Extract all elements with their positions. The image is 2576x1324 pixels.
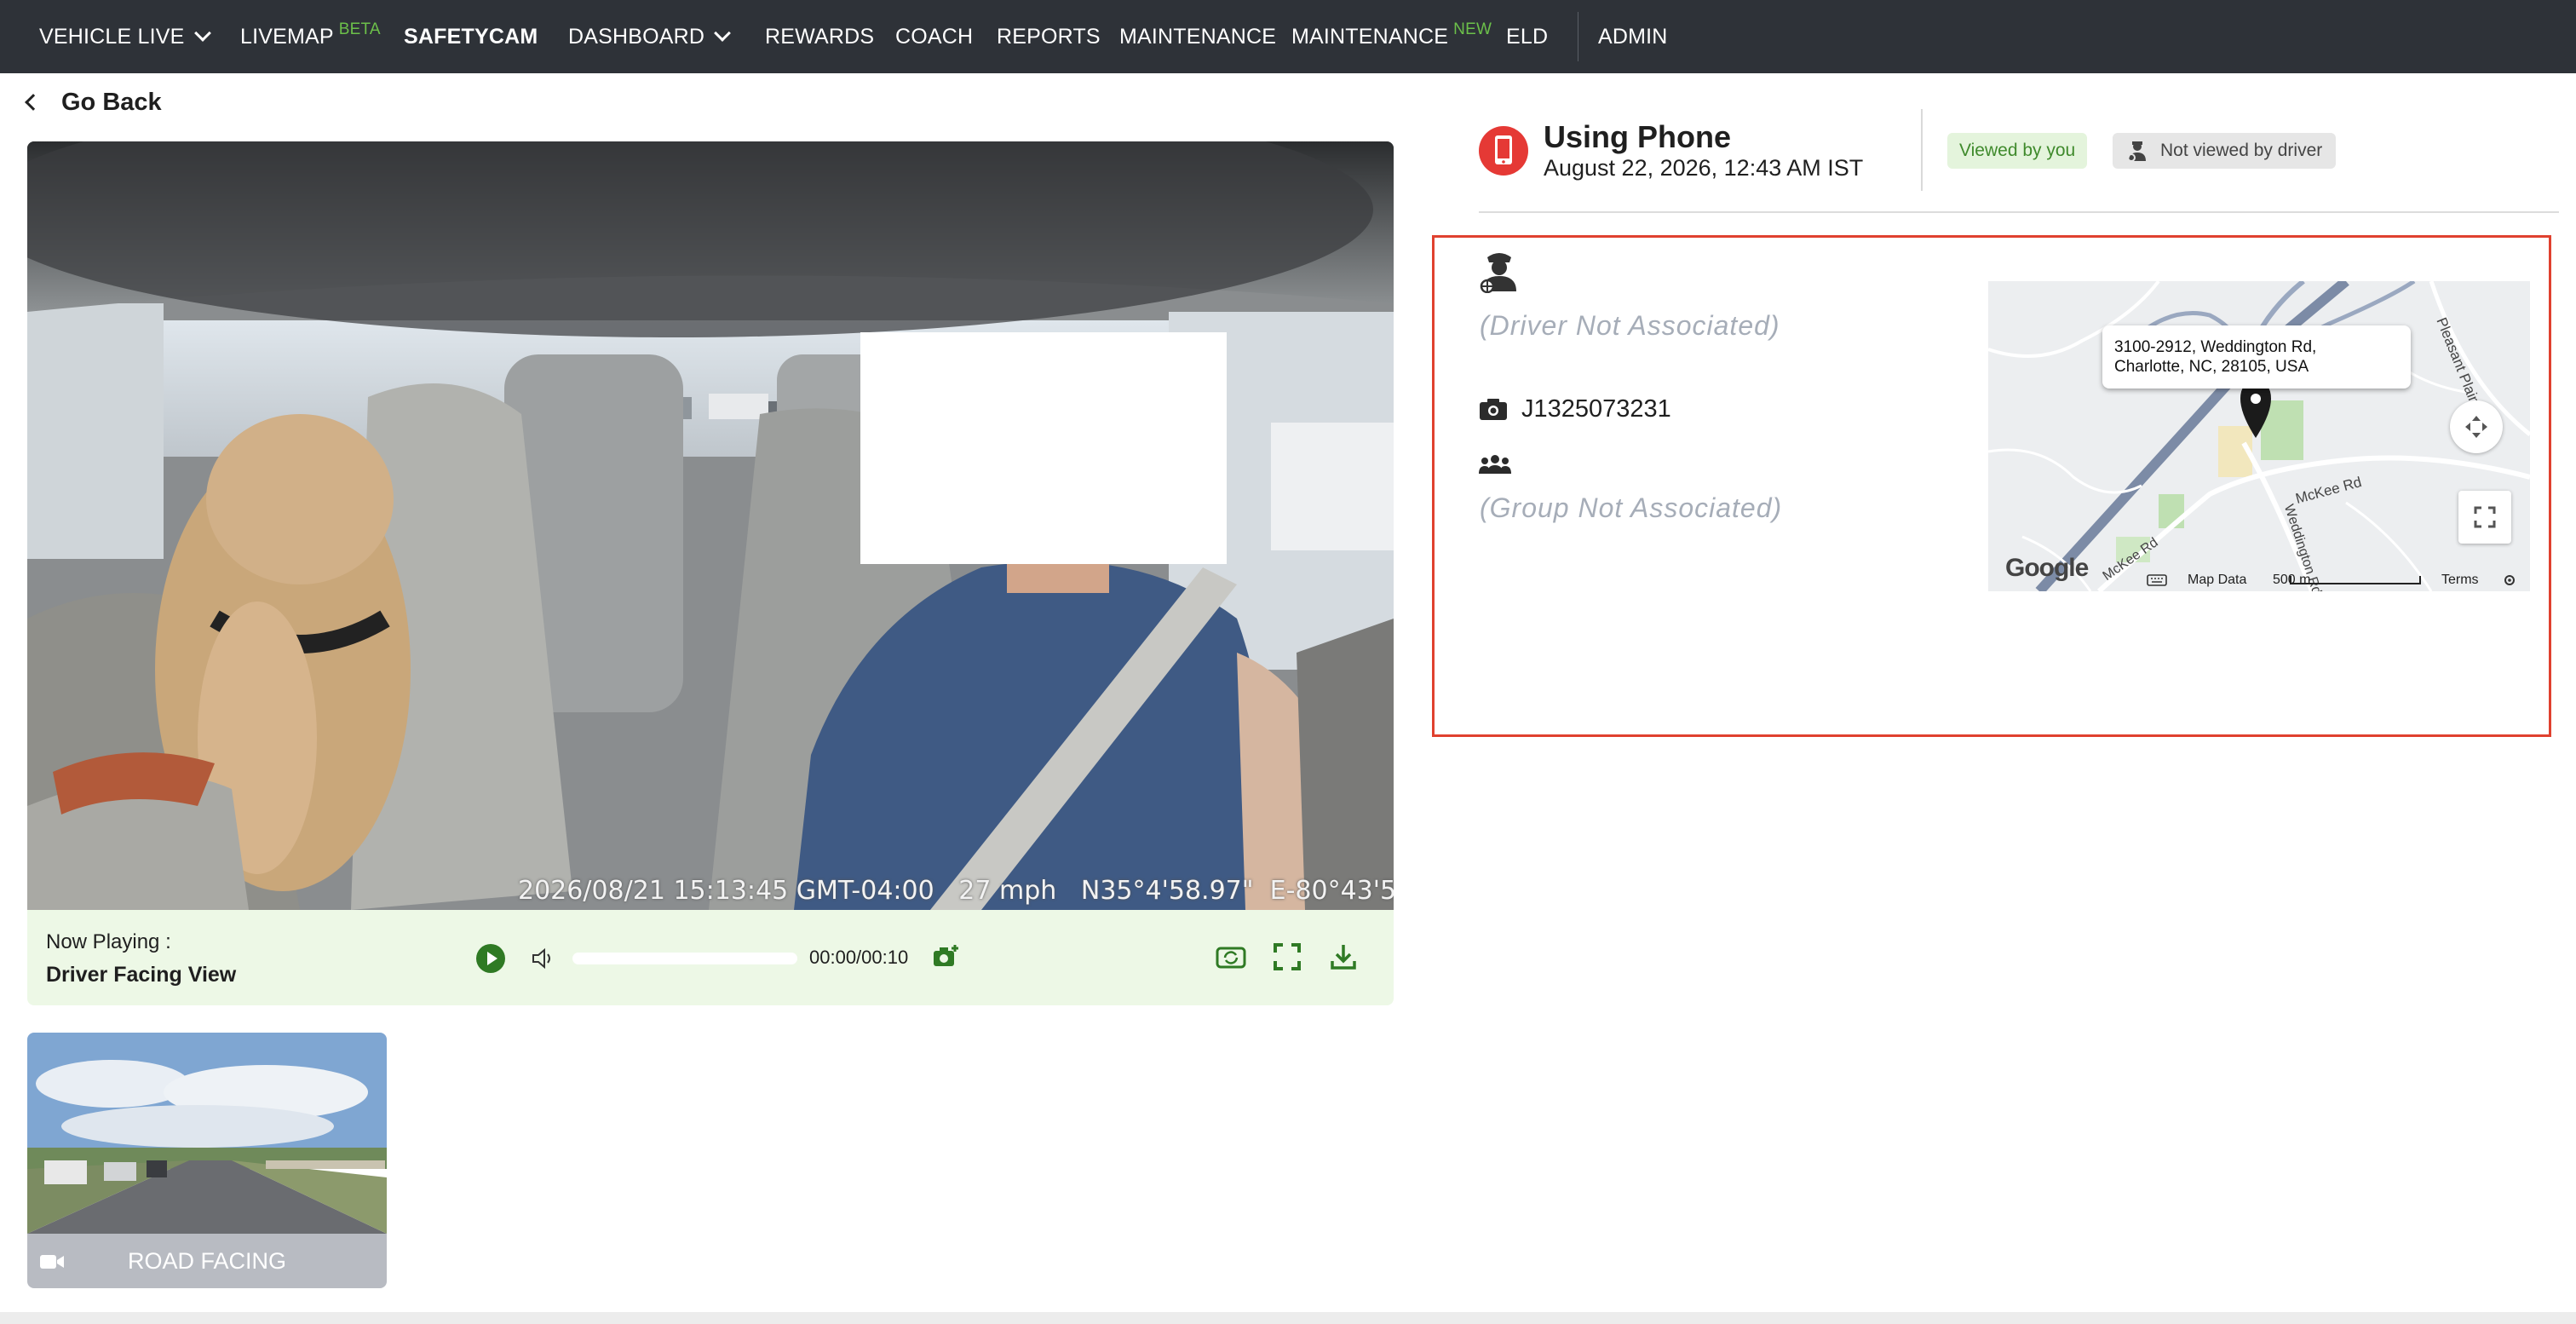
- switch-camera-icon[interactable]: [1215, 942, 1247, 971]
- video-timestamp-overlay: 2026/08/21 15:13:45 GMT-04:00 27 mph N35…: [518, 876, 1394, 906]
- map-scale-bar: [2290, 576, 2421, 584]
- camera-icon: [1480, 399, 1507, 420]
- nav-admin-label: ADMIN: [1598, 24, 1668, 49]
- map-terms-link[interactable]: Terms: [2441, 573, 2479, 588]
- road-facing-label-bar: ROAD FACING: [27, 1234, 387, 1288]
- seek-bar[interactable]: [572, 953, 797, 964]
- nav-coach[interactable]: COACH: [895, 0, 973, 73]
- go-back-label: Go Back: [61, 88, 162, 116]
- driver-icon: [2127, 141, 2146, 162]
- phone-event-icon: [1479, 126, 1528, 176]
- camera-serial: J1325073231: [1521, 395, 1671, 423]
- nav-rewards[interactable]: REWARDS: [765, 0, 874, 73]
- fullscreen-icon[interactable]: [1273, 942, 1302, 971]
- nav-livemap-label: LIVEMAP: [240, 24, 334, 49]
- driver-name: (Driver Not Associated): [1480, 310, 1780, 341]
- nav-vehicle-live-label: VEHICLE LIVE: [39, 24, 185, 49]
- go-back-button[interactable]: Go Back: [20, 85, 162, 119]
- chevron-down-icon: [193, 25, 211, 42]
- map-settings-icon[interactable]: [2503, 573, 2516, 587]
- nav-livemap[interactable]: LIVEMAP BETA: [240, 0, 381, 73]
- nav-safetycam[interactable]: SAFETYCAM: [404, 0, 538, 73]
- nav-maintenance-new-label: MAINTENANCE: [1291, 24, 1449, 49]
- not-viewed-by-driver-label: Not viewed by driver: [2160, 141, 2323, 160]
- viewed-by-you-badge: Viewed by you: [1947, 133, 2088, 169]
- keyboard-icon[interactable]: [2147, 574, 2167, 586]
- chevron-down-icon: [714, 25, 732, 42]
- now-playing-label: Now Playing :: [46, 930, 171, 953]
- location-map[interactable]: Pleasant Plains Rd McKee Rd McKee Rd Wed…: [1988, 281, 2530, 591]
- not-viewed-by-driver-badge: Not viewed by driver: [2113, 133, 2337, 169]
- nav-maintenance[interactable]: MAINTENANCE: [1119, 0, 1276, 73]
- nav-maintenance-label: MAINTENANCE: [1119, 24, 1277, 49]
- header-rule: [1479, 211, 2559, 213]
- top-navigation-bar: VEHICLE LIVE LIVEMAP BETA SAFETYCAM DASH…: [0, 0, 2576, 73]
- face-redaction-box: [860, 332, 1227, 564]
- play-icon[interactable]: [476, 944, 505, 973]
- now-playing-value: Driver Facing View: [46, 963, 237, 987]
- page-bottom-strip: [0, 1312, 2576, 1324]
- nav-safetycam-label: SAFETYCAM: [404, 24, 538, 49]
- group-name: (Group Not Associated): [1480, 492, 1783, 523]
- phone-icon: [1495, 135, 1512, 164]
- header-divider: [1921, 109, 1923, 191]
- nav-maintenance-new[interactable]: MAINTENANCE NEW: [1291, 0, 1492, 73]
- nav-eld[interactable]: ELD: [1506, 0, 1548, 73]
- nav-dashboard[interactable]: DASHBOARD: [568, 0, 732, 73]
- road-facing-label: ROAD FACING: [127, 1248, 287, 1274]
- road-facing-preview-image: [27, 1033, 387, 1234]
- beta-badge: BETA: [338, 20, 381, 38]
- map-fullscreen-icon: [2474, 506, 2496, 528]
- map-pan-control[interactable]: [2450, 400, 2503, 453]
- nav-reports-label: REPORTS: [997, 24, 1101, 49]
- nav-dashboard-label: DASHBOARD: [568, 24, 705, 49]
- nav-eld-label: ELD: [1506, 24, 1549, 49]
- nav-vehicle-live[interactable]: VEHICLE LIVE: [39, 0, 211, 73]
- new-badge: NEW: [1453, 20, 1492, 38]
- google-logo: Google: [2005, 554, 2089, 582]
- nav-rewards-label: REWARDS: [765, 24, 875, 49]
- map-fullscreen-button[interactable]: [2458, 491, 2511, 544]
- event-datetime: August 22, 2026, 12:43 AM IST: [1544, 155, 1864, 181]
- group-icon: [1479, 455, 1511, 474]
- road-facing-thumbnail[interactable]: ROAD FACING: [27, 1033, 387, 1288]
- video-player[interactable]: 2026/08/21 15:13:45 GMT-04:00 27 mph N35…: [27, 141, 1394, 910]
- volume-icon[interactable]: [530, 946, 555, 971]
- map-address-tooltip: 3100-2912, Weddington Rd, Charlotte, NC,…: [2102, 325, 2411, 389]
- playback-time: 00:00/00:10: [809, 947, 909, 968]
- download-icon[interactable]: [1329, 942, 1358, 971]
- event-title: Using Phone: [1544, 119, 1732, 154]
- snapshot-camera-icon[interactable]: [931, 942, 960, 971]
- chevron-left-icon: [25, 94, 42, 111]
- address-line-2: Charlotte, NC, 28105, USA: [2114, 358, 2309, 376]
- map-data-link[interactable]: Map Data: [2188, 573, 2246, 588]
- player-controls: Now Playing : Driver Facing View 00:00/0…: [27, 910, 1394, 1005]
- move-arrows-icon: [2465, 416, 2487, 438]
- driver-icon: [1480, 253, 1516, 293]
- nav-reports[interactable]: REPORTS: [997, 0, 1101, 73]
- address-line-1: 3100-2912, Weddington Rd,: [2114, 338, 2317, 356]
- nav-admin[interactable]: ADMIN: [1598, 0, 1668, 73]
- nav-coach-label: COACH: [895, 24, 974, 49]
